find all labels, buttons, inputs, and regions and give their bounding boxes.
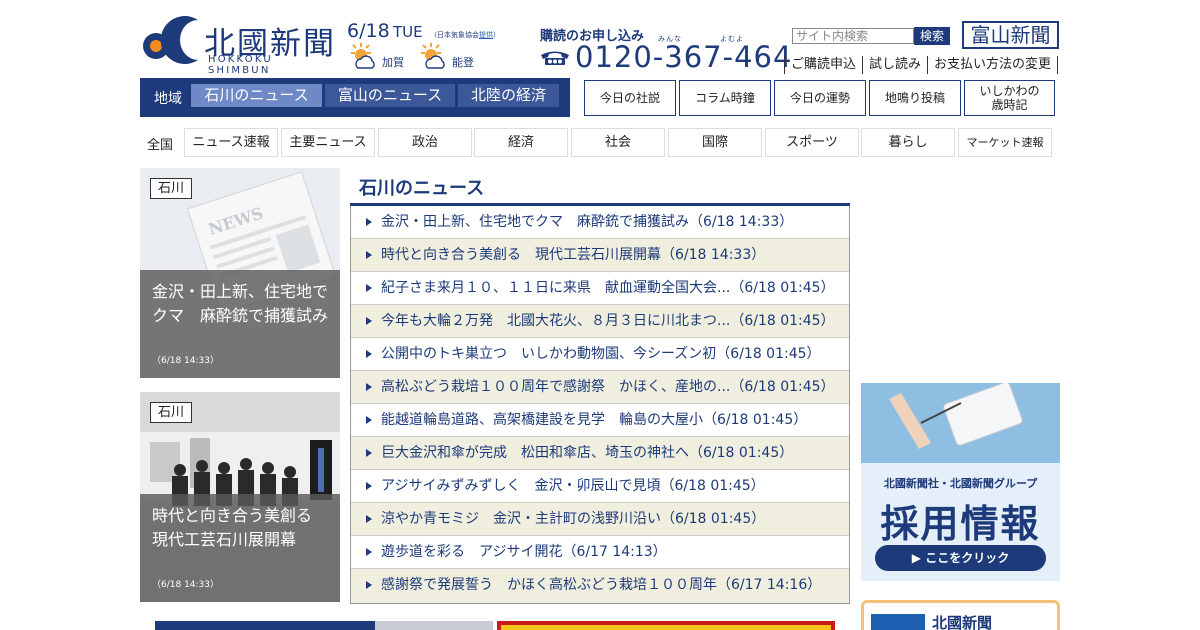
recruitment-click-button[interactable]: ▶ ここをクリック <box>875 545 1046 571</box>
bottom-ad-image <box>375 621 493 630</box>
arrow-right-icon <box>366 482 372 490</box>
tab-sports[interactable]: スポーツ <box>765 128 859 157</box>
region-nav-label: 地域 <box>154 91 182 107</box>
logo-mark-icon <box>143 16 198 64</box>
link-trial[interactable]: 試し読み <box>862 56 927 74</box>
arrow-right-icon <box>366 548 372 556</box>
section-title: 石川のニュース <box>359 178 485 199</box>
sun-cloud-icon <box>351 43 375 69</box>
arrow-right-icon <box>366 350 372 358</box>
editorial-button[interactable]: 今日の社説 <box>584 80 676 116</box>
toyama-shimbun-link[interactable]: 富山新聞 <box>962 21 1059 49</box>
tab-society[interactable]: 社会 <box>571 128 665 157</box>
promo-title: 北國新聞 <box>932 614 993 630</box>
news-item[interactable]: 金沢・田上新、住宅地でクマ 麻酔銃で捕獲試み（6/18 14:33） <box>351 206 849 239</box>
date: 6/18 <box>347 20 390 42</box>
tab-top-news[interactable]: 主要ニュース <box>281 128 375 157</box>
hokkoku-promo-banner[interactable]: 北國新聞 <box>861 600 1060 630</box>
arrow-right-icon <box>366 383 372 391</box>
weather-source: （日本気象協会提供） <box>430 31 500 39</box>
news-item[interactable]: 遊歩道を彩る アジサイ開花（6/17 14:13） <box>351 536 849 569</box>
recruitment-title: 採用情報 <box>880 502 1041 546</box>
news-item[interactable]: 時代と向き合う美創る 現代工芸石川展開幕（6/18 14:33） <box>351 239 849 272</box>
featured-story-card[interactable]: NEWS 金沢・田上新、住宅地でクマ 麻酔銃で捕獲試み （6/18 14:33） <box>140 168 340 378</box>
story-caption[interactable]: 金沢・田上新、住宅地でクマ 麻酔銃で捕獲試み <box>152 280 334 328</box>
bottom-ad-banner[interactable] <box>497 621 835 630</box>
promo-thumbnail <box>871 614 925 630</box>
category-all-label[interactable]: 全国 <box>147 134 173 153</box>
bottom-ad-image <box>501 625 831 630</box>
seasonal-calendar-button[interactable]: いしかわの 歳時記 <box>964 80 1055 116</box>
region-tag: 石川 <box>150 402 192 423</box>
story-time: （6/18 14:33） <box>152 356 220 366</box>
search-input[interactable] <box>792 28 914 44</box>
weather-kaga[interactable]: 加賀 <box>348 42 428 72</box>
link-subscribe[interactable]: ご購読申込 <box>784 56 862 74</box>
news-item[interactable]: 感謝祭で発展誓う かほく高松ぶどう栽培１００周年（6/17 14:16） <box>351 569 849 603</box>
tab-international[interactable]: 国際 <box>668 128 762 157</box>
weather-place: 能登 <box>452 56 474 69</box>
news-item[interactable]: 巨大金沢和傘が完成 松田和傘店、埼玉の神社へ（6/18 01:45） <box>351 437 849 470</box>
tab-living[interactable]: 暮らし <box>861 128 955 157</box>
tab-toyama-news[interactable]: 富山のニュース <box>325 84 455 107</box>
tab-hokuriku-economy[interactable]: 北陸の経済 <box>458 84 559 107</box>
region-nav: 地域 石川のニュース 富山のニュース 北陸の経済 <box>140 78 570 117</box>
story-caption[interactable]: 時代と向き合う美創る 現代工芸石川展開幕 <box>152 504 334 552</box>
news-item[interactable]: 今年も大輪２万発 北國大花火、８月３日に川北まつ...（6/18 01:45） <box>351 305 849 338</box>
featured-story-card[interactable]: 時代と向き合う美創る 現代工芸石川展開幕 （6/18 14:33） <box>140 392 340 602</box>
story-time: （6/18 14:33） <box>152 580 220 590</box>
recruitment-banner[interactable]: 北國新聞社・北國新聞グループ 採用情報 ▶ ここをクリック <box>861 383 1060 581</box>
link-payment-change[interactable]: お支払い方法の変更 <box>927 56 1057 74</box>
tab-market-news[interactable]: マーケット速報 <box>958 128 1052 157</box>
reader-posts-button[interactable]: 地鳴り投稿 <box>869 80 961 116</box>
top-links: ご購読申込 試し読み お支払い方法の変更 <box>784 56 1059 74</box>
news-item[interactable]: 公開中のトキ巣立つ いしかわ動物園、今シーズン初（6/18 01:45） <box>351 338 849 371</box>
weather-noto[interactable]: 能登 <box>418 42 498 72</box>
arrow-right-icon <box>366 284 372 292</box>
region-tag: 石川 <box>150 178 192 199</box>
arrow-right-icon <box>366 251 372 259</box>
arrow-right-icon <box>366 218 372 226</box>
logo-name-en: HOKKOKU SHIMBUN <box>208 54 273 76</box>
site-logo[interactable]: 北國新聞 HOKKOKU SHIMBUN <box>140 16 340 76</box>
phone-icon <box>541 51 569 65</box>
arrow-right-icon <box>366 449 372 457</box>
divider <box>1057 56 1059 74</box>
column-jisho-button[interactable]: コラム時鐘 <box>679 80 771 116</box>
arrow-right-icon <box>366 317 372 325</box>
sun-cloud-icon <box>421 43 445 69</box>
news-item[interactable]: 紀子さま来月１０、１１日に来県 献血運動全国大会...（6/18 01:45） <box>351 272 849 305</box>
news-item[interactable]: 高松ぶどう栽培１００周年で感謝祭 かほく、産地の...（6/18 01:45） <box>351 371 849 404</box>
horoscope-button[interactable]: 今日の運勢 <box>774 80 866 116</box>
subscribe-phone[interactable]: 0120-367-464 <box>575 40 792 74</box>
bottom-ad-banner[interactable] <box>155 621 493 630</box>
tab-politics[interactable]: 政治 <box>378 128 472 157</box>
news-item[interactable]: アジサイみずみずしく 金沢・卯辰山で見頃（6/18 01:45） <box>351 470 849 503</box>
recruitment-subtitle: 北國新聞社・北國新聞グループ <box>883 477 1038 490</box>
weekday: TUE <box>393 23 423 41</box>
news-list: 金沢・田上新、住宅地でクマ 麻酔銃で捕獲試み（6/18 14:33） 時代と向き… <box>350 206 850 604</box>
tab-ishikawa-news[interactable]: 石川のニュース <box>191 84 322 107</box>
news-item[interactable]: 能越道輪島道路、高架橋建設を見学 輪島の大屋小（6/18 01:45） <box>351 404 849 437</box>
weather-place: 加賀 <box>382 56 404 69</box>
arrow-right-icon <box>366 515 372 523</box>
news-item[interactable]: 涼やか青モミジ 金沢・主計町の浅野川沿い（6/18 01:45） <box>351 503 849 536</box>
search-button[interactable]: 検索 <box>914 27 950 45</box>
tab-breaking-news[interactable]: ニュース速報 <box>184 128 278 157</box>
tab-economy[interactable]: 経済 <box>474 128 568 157</box>
weather-source-link[interactable]: 提供 <box>479 31 493 39</box>
arrow-right-icon <box>366 581 372 589</box>
arrow-right-icon <box>366 416 372 424</box>
